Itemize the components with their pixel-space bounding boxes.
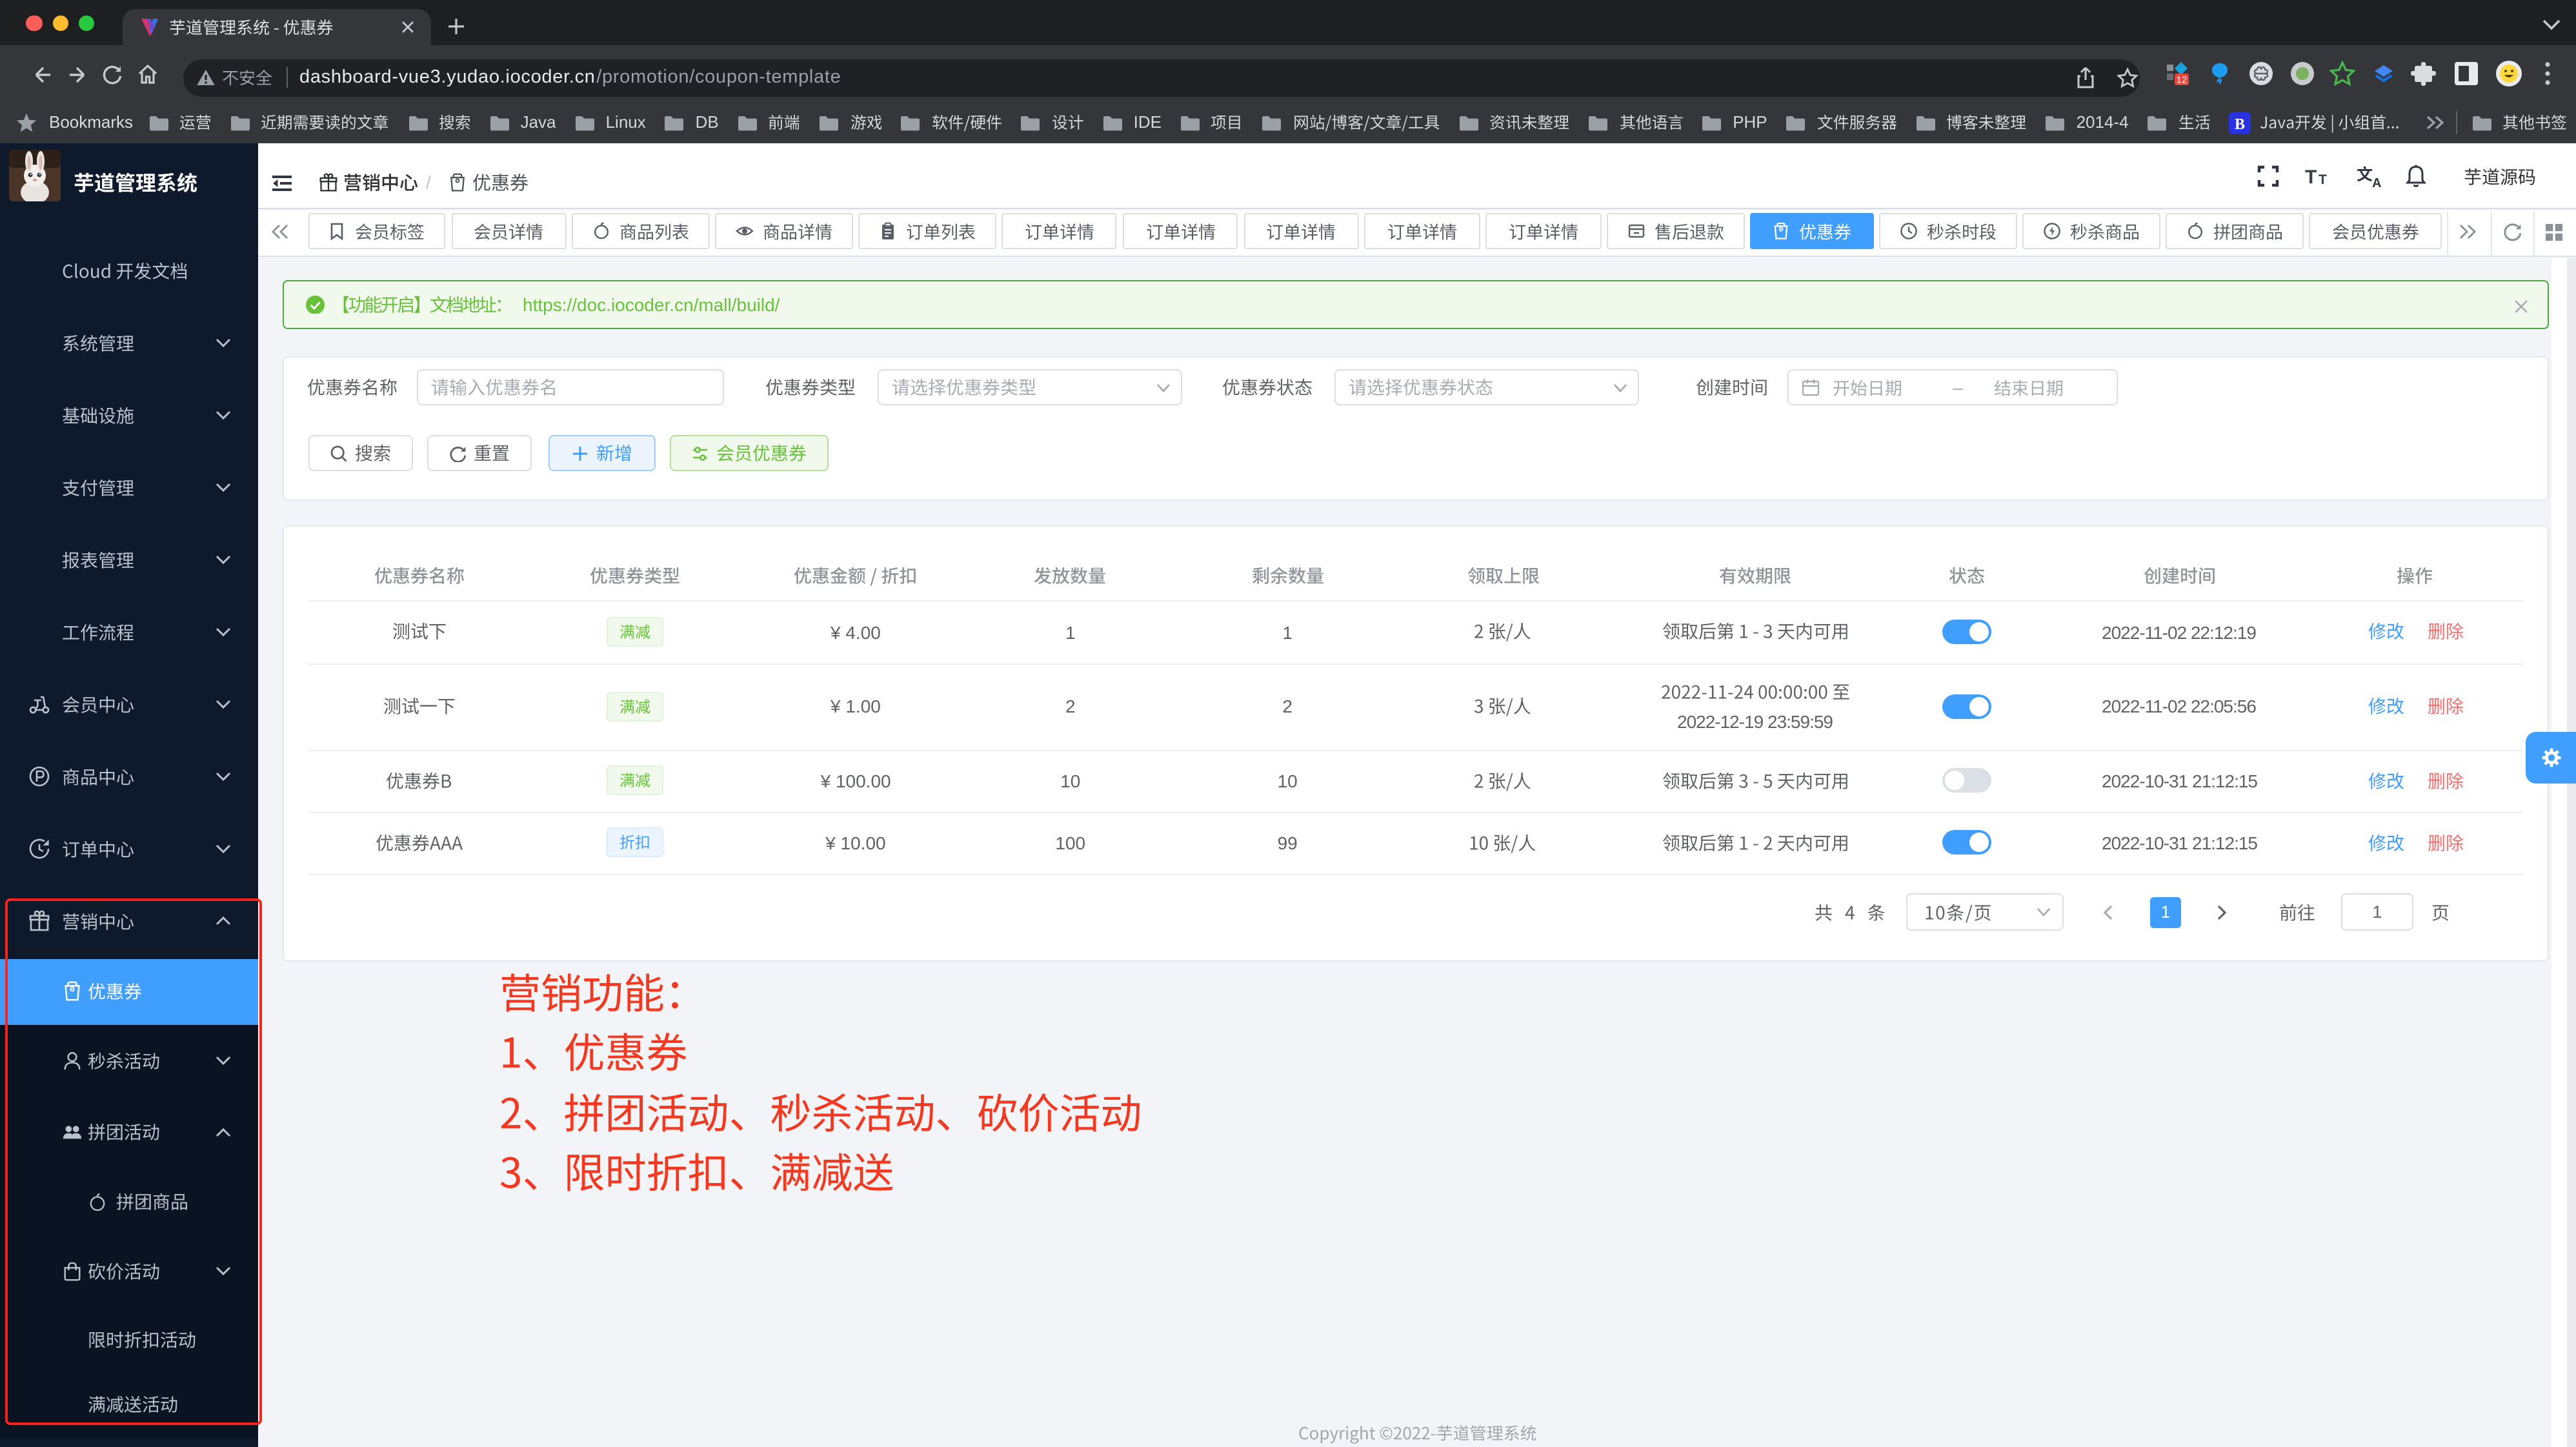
svg-text:B: B — [2234, 116, 2244, 132]
svg-text:T: T — [2305, 167, 2317, 186]
svg-text:12: 12 — [2177, 75, 2188, 86]
svg-text:T: T — [2319, 172, 2327, 186]
